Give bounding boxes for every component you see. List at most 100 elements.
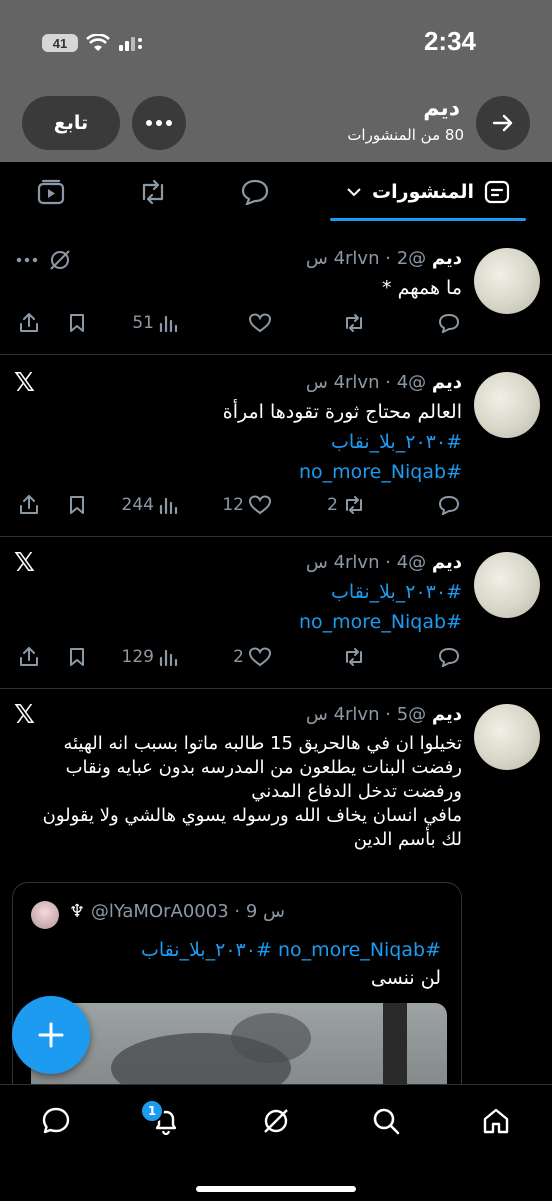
views-count: 51 bbox=[132, 313, 154, 333]
analytics-icon bbox=[159, 315, 178, 333]
x-logo-icon: 𝕏 bbox=[14, 548, 35, 578]
active-tab-indicator bbox=[330, 218, 526, 221]
share-icon bbox=[20, 313, 38, 332]
grok-icon[interactable] bbox=[48, 248, 72, 272]
more-options-button[interactable] bbox=[132, 96, 186, 150]
more-icon bbox=[146, 120, 172, 126]
bookmark-button[interactable] bbox=[68, 642, 86, 672]
wifi-icon bbox=[86, 34, 110, 51]
reply-button[interactable] bbox=[438, 308, 460, 338]
posts-icon bbox=[484, 180, 510, 204]
post-meta: ديم @4rlvn · 5 س bbox=[305, 704, 462, 725]
repost-button[interactable] bbox=[342, 308, 366, 338]
views-button[interactable]: 129 bbox=[122, 642, 178, 672]
post-line: تخيلوا ان في هالحريق 15 طالبه ماتوا بسبب… bbox=[63, 733, 462, 754]
status-time: 2:34 bbox=[423, 26, 476, 56]
bookmark-icon bbox=[70, 314, 84, 332]
post-handle[interactable]: @4rlvn bbox=[334, 372, 427, 393]
follow-button[interactable]: تابع bbox=[22, 96, 120, 150]
share-button[interactable] bbox=[18, 642, 40, 672]
tab-posts-label: المنشورات bbox=[372, 181, 474, 203]
post-line: العالم محتاج ثورة تقودها امرأة bbox=[222, 401, 462, 423]
post-author-name[interactable]: ديم bbox=[432, 248, 462, 269]
quoted-post-meta: ♆ @lYaMOrA0003 · 9 س bbox=[69, 901, 286, 922]
hashtag-link[interactable]: #٢٠٣٠_بلا_نقاب bbox=[16, 430, 462, 454]
avatar[interactable] bbox=[474, 372, 540, 438]
analytics-icon bbox=[159, 497, 178, 515]
search-icon bbox=[373, 1108, 400, 1135]
like-count: 2 bbox=[233, 647, 244, 667]
profile-name: ديم bbox=[423, 96, 460, 121]
post-item[interactable]: 𝕏 ديم @4rlvn · 4 س العالم محتاج ثورة تقو… bbox=[0, 354, 552, 537]
repost-button[interactable]: 2 bbox=[327, 490, 366, 520]
tab-replies[interactable] bbox=[230, 162, 280, 222]
quoted-text: لن ننسى bbox=[370, 967, 441, 989]
post-line: رفضت البنات يطلعون من المدرسه بدون عبايه… bbox=[65, 757, 462, 778]
bookmark-button[interactable] bbox=[68, 490, 86, 520]
avatar[interactable] bbox=[474, 248, 540, 314]
post-handle[interactable]: @4rlvn bbox=[334, 552, 427, 573]
more-icon[interactable] bbox=[16, 257, 38, 263]
repost-count: 2 bbox=[327, 495, 338, 515]
tab-reposts[interactable] bbox=[128, 162, 178, 222]
post-line: ما همهم * bbox=[382, 277, 462, 299]
post-actions: 2 129 bbox=[0, 642, 552, 672]
bookmark-button[interactable] bbox=[68, 308, 86, 338]
views-button[interactable]: 51 bbox=[132, 308, 178, 338]
reply-button[interactable] bbox=[438, 490, 460, 520]
tab-posts[interactable]: المنشورات bbox=[330, 162, 526, 222]
views-button[interactable]: 244 bbox=[122, 490, 178, 520]
reply-icon bbox=[438, 647, 460, 667]
avatar[interactable] bbox=[474, 552, 540, 618]
reply-icon bbox=[438, 495, 460, 515]
post-author-name[interactable]: ديم bbox=[432, 552, 462, 573]
tab-media[interactable] bbox=[26, 162, 76, 222]
analytics-icon bbox=[159, 649, 178, 667]
post-meta: ديم @4rlvn · 4 س bbox=[305, 552, 462, 573]
hashtag-link[interactable]: #٢٠٣٠_بلا_نقاب bbox=[16, 580, 462, 604]
post-actions: 2 12 244 bbox=[0, 490, 552, 520]
repost-icon bbox=[346, 314, 362, 332]
nav-messages[interactable] bbox=[26, 1101, 86, 1141]
like-button[interactable]: 12 bbox=[222, 490, 272, 520]
post-handle[interactable]: @4rlvn bbox=[334, 248, 427, 269]
plus-icon bbox=[38, 1022, 64, 1048]
post-actions: 51 bbox=[0, 308, 552, 338]
share-button[interactable] bbox=[18, 490, 40, 520]
like-button[interactable] bbox=[248, 308, 272, 338]
quoted-time: 9 س bbox=[245, 901, 286, 922]
post-item[interactable]: ديم @4rlvn · 2 س ما همهم * 51 bbox=[0, 222, 552, 355]
notification-badge: 1 bbox=[140, 1099, 164, 1123]
status-indicators: 41 bbox=[42, 34, 144, 52]
nav-search[interactable] bbox=[356, 1101, 416, 1141]
signal-icon bbox=[119, 37, 142, 51]
chevron-down-icon bbox=[347, 188, 361, 197]
heart-icon bbox=[248, 647, 272, 667]
hashtag-link[interactable]: #no_more_Niqab bbox=[16, 460, 462, 484]
post-handle[interactable]: @4rlvn bbox=[334, 704, 427, 725]
like-count: 12 bbox=[222, 495, 244, 515]
post-author-name[interactable]: ديم bbox=[432, 704, 462, 725]
heart-icon bbox=[248, 495, 272, 515]
video-icon bbox=[37, 179, 65, 205]
repost-button[interactable] bbox=[342, 642, 366, 672]
avatar[interactable] bbox=[474, 704, 540, 770]
x-logo-icon: 𝕏 bbox=[14, 700, 35, 730]
x-logo-icon: 𝕏 bbox=[14, 368, 35, 398]
post-item[interactable]: 𝕏 ديم @4rlvn · 4 س #٢٠٣٠_بلا_نقاب #no_mo… bbox=[0, 536, 552, 689]
post-author-name[interactable]: ديم bbox=[432, 372, 462, 393]
home-indicator bbox=[196, 1186, 356, 1192]
nav-home[interactable] bbox=[466, 1101, 526, 1141]
like-button[interactable]: 2 bbox=[233, 642, 272, 672]
nav-grok[interactable] bbox=[246, 1101, 306, 1141]
quoted-hashtags[interactable]: #no_more_Niqab #٢٠٣٠_بلا_نقاب bbox=[141, 939, 441, 961]
reply-button[interactable] bbox=[438, 642, 460, 672]
hashtag-link[interactable]: #no_more_Niqab bbox=[16, 610, 462, 634]
profile-header: 41 2:34 تابع ديم 80 من المنشورات bbox=[0, 0, 552, 162]
back-button[interactable] bbox=[476, 96, 530, 150]
share-button[interactable] bbox=[18, 308, 40, 338]
repost-icon bbox=[346, 496, 362, 514]
quoted-avatar[interactable] bbox=[31, 901, 59, 929]
compose-post-button[interactable] bbox=[12, 996, 90, 1074]
quoted-handle[interactable]: @lYaMOrA0003 bbox=[91, 901, 229, 922]
